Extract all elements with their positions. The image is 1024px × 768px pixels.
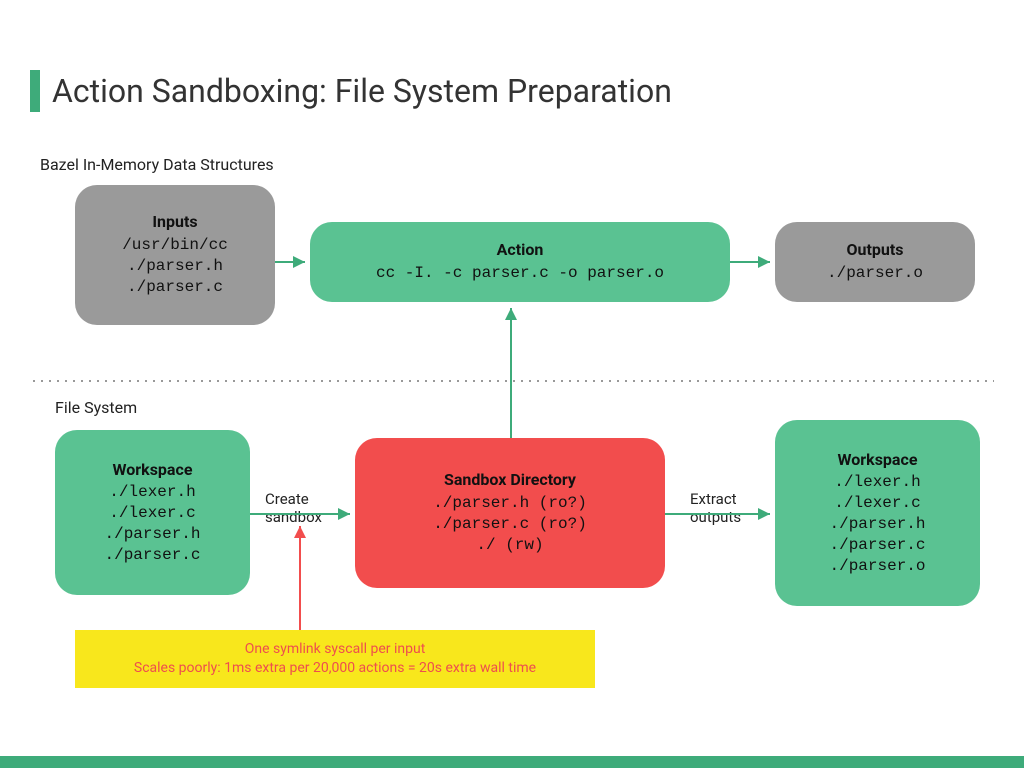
note-callout: One symlink syscall per input Scales poo… xyxy=(75,630,595,688)
box-sandbox-body: ./parser.h (ro?) ./parser.c (ro?) ./ (rw… xyxy=(433,493,587,555)
arrow-inputs-action xyxy=(275,256,311,276)
box-workspace-before-body: ./lexer.h ./lexer.c ./parser.h ./parser.… xyxy=(104,482,200,565)
box-action-body: cc -I. -c parser.c -o parser.o xyxy=(376,263,664,284)
box-workspace-after: Workspace ./lexer.h ./lexer.c ./parser.h… xyxy=(775,420,980,606)
box-outputs: Outputs ./parser.o xyxy=(775,222,975,302)
edge-label-extract: Extract outputs xyxy=(690,490,741,526)
section-label-bottom: File System xyxy=(55,398,137,417)
box-workspace-after-body: ./lexer.h ./lexer.c ./parser.h ./parser.… xyxy=(829,472,925,576)
box-inputs: Inputs /usr/bin/cc ./parser.h ./parser.c xyxy=(75,185,275,325)
box-inputs-head: Inputs xyxy=(152,212,197,233)
title-accent-bar xyxy=(30,70,40,112)
box-action-head: Action xyxy=(497,240,544,261)
footer-accent-bar xyxy=(0,756,1024,768)
box-outputs-body: ./parser.o xyxy=(827,263,923,284)
slide-title: Action Sandboxing: File System Preparati… xyxy=(30,70,672,112)
note-line1: One symlink syscall per input xyxy=(91,640,579,659)
box-workspace-before-head: Workspace xyxy=(113,460,193,481)
note-line2: Scales poorly: 1ms extra per 20,000 acti… xyxy=(91,659,579,678)
arrow-note-pointer xyxy=(294,520,314,632)
section-label-top: Bazel In-Memory Data Structures xyxy=(40,155,274,174)
box-sandbox: Sandbox Directory ./parser.h (ro?) ./par… xyxy=(355,438,665,588)
box-action: Action cc -I. -c parser.c -o parser.o xyxy=(310,222,730,302)
arrow-action-outputs xyxy=(730,256,776,276)
box-inputs-body: /usr/bin/cc ./parser.h ./parser.c xyxy=(122,235,228,297)
box-workspace-before: Workspace ./lexer.h ./lexer.c ./parser.h… xyxy=(55,430,250,595)
arrow-sandbox-action xyxy=(505,302,525,442)
title-text: Action Sandboxing: File System Preparati… xyxy=(52,72,672,110)
edge-label-create: Create sandbox xyxy=(265,490,322,526)
box-sandbox-head: Sandbox Directory xyxy=(444,470,576,491)
box-outputs-head: Outputs xyxy=(847,240,904,261)
divider-dotted xyxy=(30,380,994,382)
box-workspace-after-head: Workspace xyxy=(838,450,918,471)
